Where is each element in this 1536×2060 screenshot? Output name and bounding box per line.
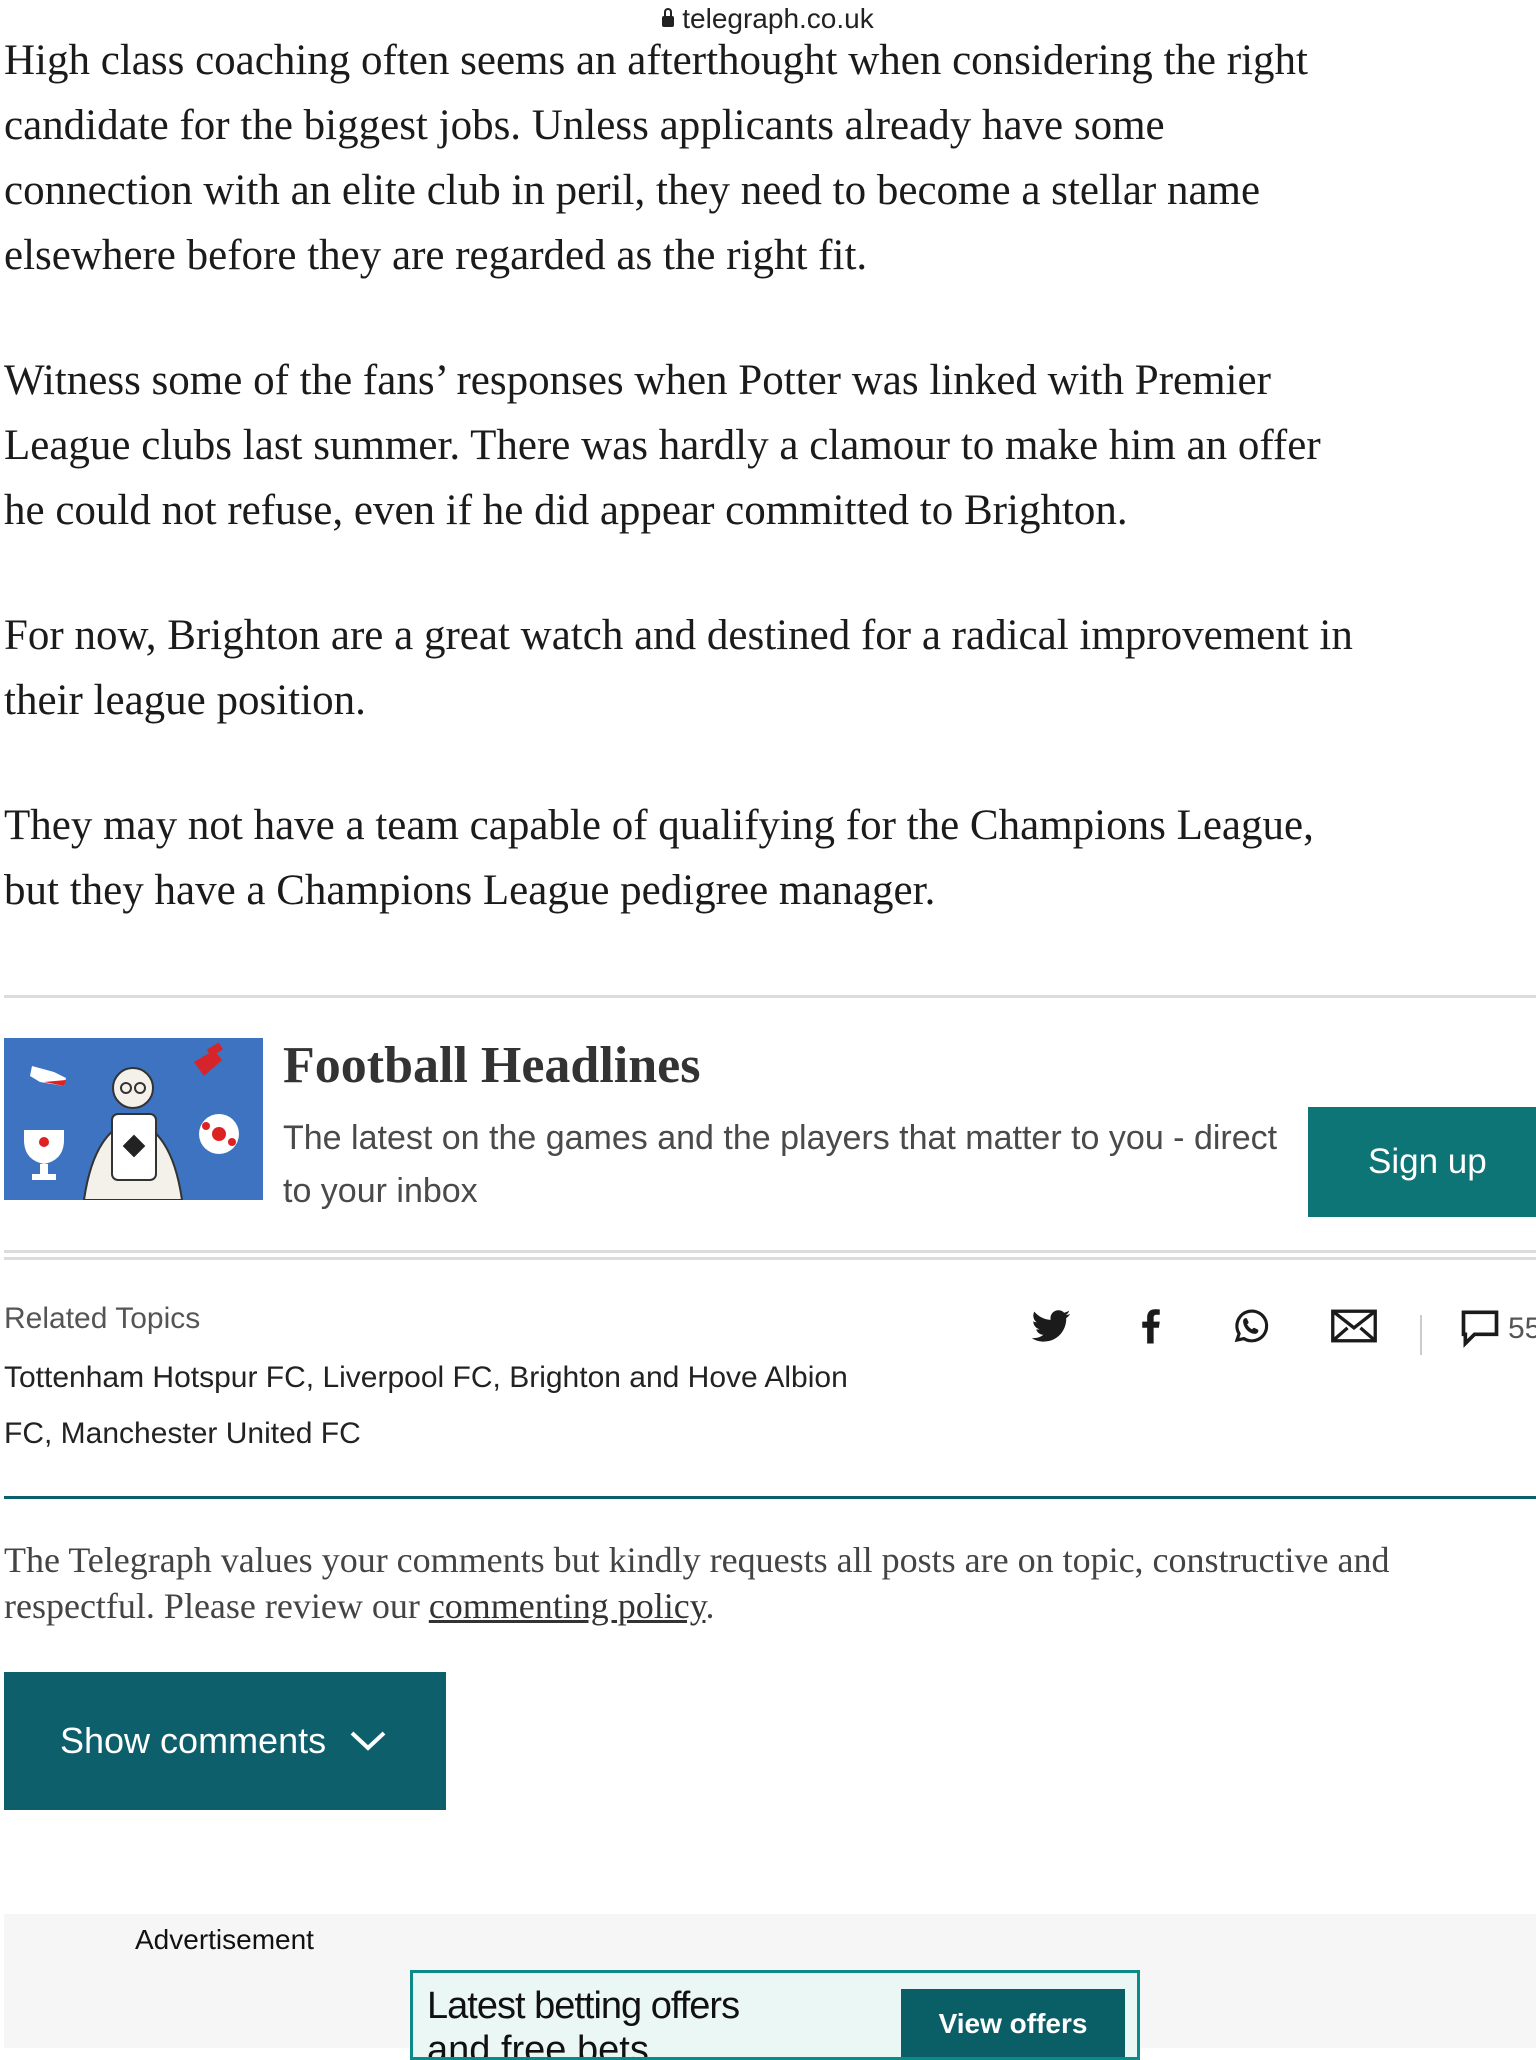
article-paragraph: For now, Brighton are a great watch and … <box>4 612 1353 724</box>
email-icon[interactable] <box>1330 1305 1378 1353</box>
whatsapp-icon[interactable] <box>1230 1305 1272 1353</box>
advertisement-label: Advertisement <box>135 1924 314 1955</box>
article-paragraph: High class coaching often seems an after… <box>4 37 1308 279</box>
divider <box>4 995 1536 998</box>
ad-headline: Latest betting offers <box>427 1985 740 2027</box>
comment-icon[interactable] <box>1458 1305 1502 1353</box>
show-comments-label: Show comments <box>60 1720 327 1761</box>
newsletter-title: Football Headlines <box>283 1037 701 1094</box>
article-paragraph: Witness some of the fans’ responses when… <box>4 357 1321 534</box>
view-offers-button[interactable]: View offers <box>901 1989 1125 2057</box>
twitter-icon[interactable] <box>1030 1305 1072 1353</box>
show-comments-button[interactable]: Show comments <box>4 1672 446 1810</box>
divider <box>4 1257 1536 1260</box>
commenting-policy-text: The Telegraph values your comments but k… <box>4 1540 1390 1626</box>
share-separator <box>1420 1315 1422 1355</box>
address-bar[interactable]: telegraph.co.uk <box>0 0 1536 38</box>
advertisement-banner[interactable]: Latest betting offers and free bets View… <box>410 1970 1140 2060</box>
comment-count[interactable]: 55 <box>1508 1312 1536 1346</box>
related-topics-line[interactable]: Tottenham Hotspur FC, Liverpool FC, Brig… <box>4 1361 848 1394</box>
commenting-policy-link[interactable]: commenting policy <box>429 1586 706 1626</box>
article-body: High class coaching often seems an after… <box>4 28 1536 983</box>
related-topics-label: Related Topics <box>4 1302 201 1335</box>
related-topics-list[interactable]: Tottenham Hotspur FC, Liverpool FC, Brig… <box>4 1350 904 1462</box>
facebook-icon[interactable] <box>1130 1305 1172 1353</box>
divider <box>4 1250 1536 1253</box>
lock-icon <box>662 7 675 27</box>
comments-divider <box>4 1496 1536 1499</box>
newsletter-description: The latest on the games and the players … <box>283 1119 1278 1210</box>
sign-up-button[interactable]: Sign up <box>1308 1107 1536 1217</box>
newsletter-illustration <box>4 1038 263 1200</box>
ad-headline-line2: and free bets <box>427 2029 649 2060</box>
url-text: telegraph.co.uk <box>682 3 874 34</box>
related-topics-line[interactable]: FC, Manchester United FC <box>4 1417 361 1450</box>
article-paragraph: They may not have a team capable of qual… <box>4 802 1314 914</box>
chevron-down-icon <box>350 1731 386 1751</box>
